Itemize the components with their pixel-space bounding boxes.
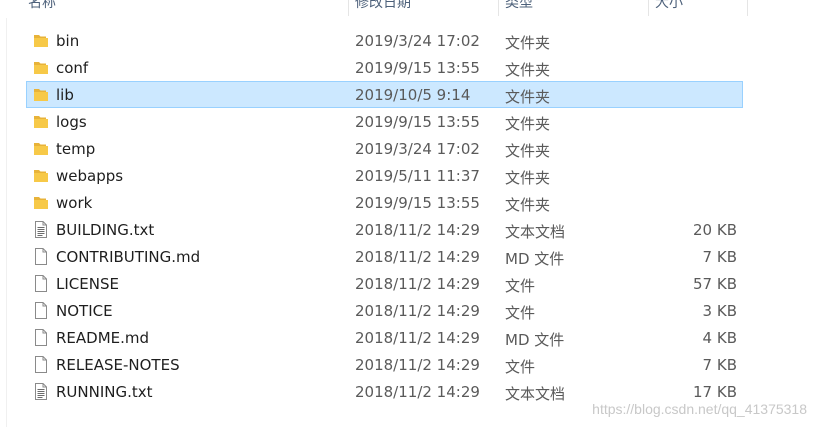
file-name: work xyxy=(56,194,93,212)
file-row[interactable]: NOTICE 2018/11/2 14:29 文件 3 KB xyxy=(26,297,743,324)
file-size: 4 KB xyxy=(702,329,737,347)
file-modified-date: 2019/3/24 17:02 xyxy=(355,140,480,158)
file-size: 17 KB xyxy=(693,383,737,401)
file-name: RUNNING.txt xyxy=(56,383,153,401)
file-type: MD 文件 xyxy=(505,250,565,268)
column-header-name[interactable]: 名称 xyxy=(22,0,348,16)
file-row[interactable]: webapps 2019/5/11 11:37 文件夹 xyxy=(26,162,743,189)
file-name: lib xyxy=(56,86,74,104)
file-size: 3 KB xyxy=(702,302,737,320)
file-name: temp xyxy=(56,140,96,158)
file-modified-date: 2018/11/2 14:29 xyxy=(355,302,480,320)
file-type: 文本文档 xyxy=(505,385,566,403)
file-modified-date: 2019/3/24 17:02 xyxy=(355,32,480,50)
file-modified-date: 2018/11/2 14:29 xyxy=(355,248,480,266)
file-row[interactable]: lib 2019/10/5 9:14 文件夹 xyxy=(26,81,743,108)
watermark: https://blog.csdn.net/qq_41375318 xyxy=(592,401,807,417)
folder-icon xyxy=(33,86,49,103)
file-row[interactable]: conf 2019/9/15 13:55 文件夹 xyxy=(26,54,743,81)
file-icon xyxy=(33,248,49,265)
folder-icon xyxy=(33,167,49,184)
text-file-icon xyxy=(33,221,49,238)
file-modified-date: 2018/11/2 14:29 xyxy=(355,329,480,347)
file-size: 7 KB xyxy=(702,356,737,374)
file-name: RELEASE-NOTES xyxy=(56,356,180,374)
folder-icon xyxy=(33,59,49,76)
file-type: 文件夹 xyxy=(505,88,551,106)
file-name: CONTRIBUTING.md xyxy=(56,248,201,266)
column-header-size-label: 大小 xyxy=(655,0,683,11)
file-modified-date: 2019/9/15 13:55 xyxy=(355,194,480,212)
file-modified-date: 2019/10/5 9:14 xyxy=(355,86,471,104)
file-type: 文件夹 xyxy=(505,169,551,187)
folder-icon xyxy=(33,113,49,130)
column-header-size[interactable]: 大小 xyxy=(648,0,748,16)
column-header-date-label: 修改日期 xyxy=(355,0,411,11)
file-type: 文件 xyxy=(505,277,536,295)
file-name: LICENSE xyxy=(56,275,119,293)
file-row[interactable]: BUILDING.txt 2018/11/2 14:29 文本文档 20 KB xyxy=(26,216,743,243)
column-header-name-label: 名称 xyxy=(28,0,56,11)
file-modified-date: 2018/11/2 14:29 xyxy=(355,221,480,239)
folder-icon xyxy=(33,32,49,49)
column-header: 名称 修改日期 类型 大小 xyxy=(0,0,817,18)
file-icon xyxy=(33,329,49,346)
file-icon xyxy=(33,302,49,319)
file-type: 文件 xyxy=(505,304,536,322)
folder-icon xyxy=(33,194,49,211)
file-modified-date: 2019/5/11 11:37 xyxy=(355,167,480,185)
file-type: 文件夹 xyxy=(505,115,551,133)
file-name: bin xyxy=(56,32,80,50)
file-size: 20 KB xyxy=(693,221,737,239)
file-modified-date: 2019/9/15 13:55 xyxy=(355,59,480,77)
file-name: NOTICE xyxy=(56,302,113,320)
file-row[interactable]: CONTRIBUTING.md 2018/11/2 14:29 MD 文件 7 KB xyxy=(26,243,743,270)
file-modified-date: 2019/9/15 13:55 xyxy=(355,113,480,131)
file-row[interactable]: temp 2019/3/24 17:02 文件夹 xyxy=(26,135,743,162)
file-modified-date: 2018/11/2 14:29 xyxy=(355,356,480,374)
file-size: 57 KB xyxy=(693,275,737,293)
file-row[interactable]: LICENSE 2018/11/2 14:29 文件 57 KB xyxy=(26,270,743,297)
file-type: 文件夹 xyxy=(505,34,551,52)
file-type: 文本文档 xyxy=(505,223,566,241)
file-row[interactable]: bin 2019/3/24 17:02 文件夹 xyxy=(26,27,743,54)
file-name: README.md xyxy=(56,329,150,347)
file-modified-date: 2018/11/2 14:29 xyxy=(355,275,480,293)
file-name: webapps xyxy=(56,167,124,185)
text-file-icon xyxy=(33,383,49,400)
file-row[interactable]: logs 2019/9/15 13:55 文件夹 xyxy=(26,108,743,135)
file-icon xyxy=(33,275,49,292)
file-row[interactable]: RELEASE-NOTES 2018/11/2 14:29 文件 7 KB xyxy=(26,351,743,378)
file-type: MD 文件 xyxy=(505,331,565,349)
file-list: bin 2019/3/24 17:02 文件夹 conf 2019/9/15 13:5… xyxy=(26,27,743,405)
column-header-type-label: 类型 xyxy=(505,0,533,11)
column-header-type[interactable]: 类型 xyxy=(498,0,648,16)
file-row[interactable]: work 2019/9/15 13:55 文件夹 xyxy=(26,189,743,216)
file-name: conf xyxy=(56,59,89,77)
file-type: 文件夹 xyxy=(505,61,551,79)
file-row[interactable]: README.md 2018/11/2 14:29 MD 文件 4 KB xyxy=(26,324,743,351)
file-name: logs xyxy=(56,113,87,131)
pane-divider xyxy=(6,0,7,427)
file-size: 7 KB xyxy=(702,248,737,266)
file-type: 文件夹 xyxy=(505,196,551,214)
file-type: 文件夹 xyxy=(505,142,551,160)
folder-icon xyxy=(33,140,49,157)
file-explorer-window: 名称 修改日期 类型 大小 bin 2019/3/24 17:02 文件夹 conf… xyxy=(0,0,817,427)
file-icon xyxy=(33,356,49,373)
file-modified-date: 2018/11/2 14:29 xyxy=(355,383,480,401)
column-header-date[interactable]: 修改日期 xyxy=(348,0,498,16)
file-name: BUILDING.txt xyxy=(56,221,155,239)
file-type: 文件 xyxy=(505,358,536,376)
